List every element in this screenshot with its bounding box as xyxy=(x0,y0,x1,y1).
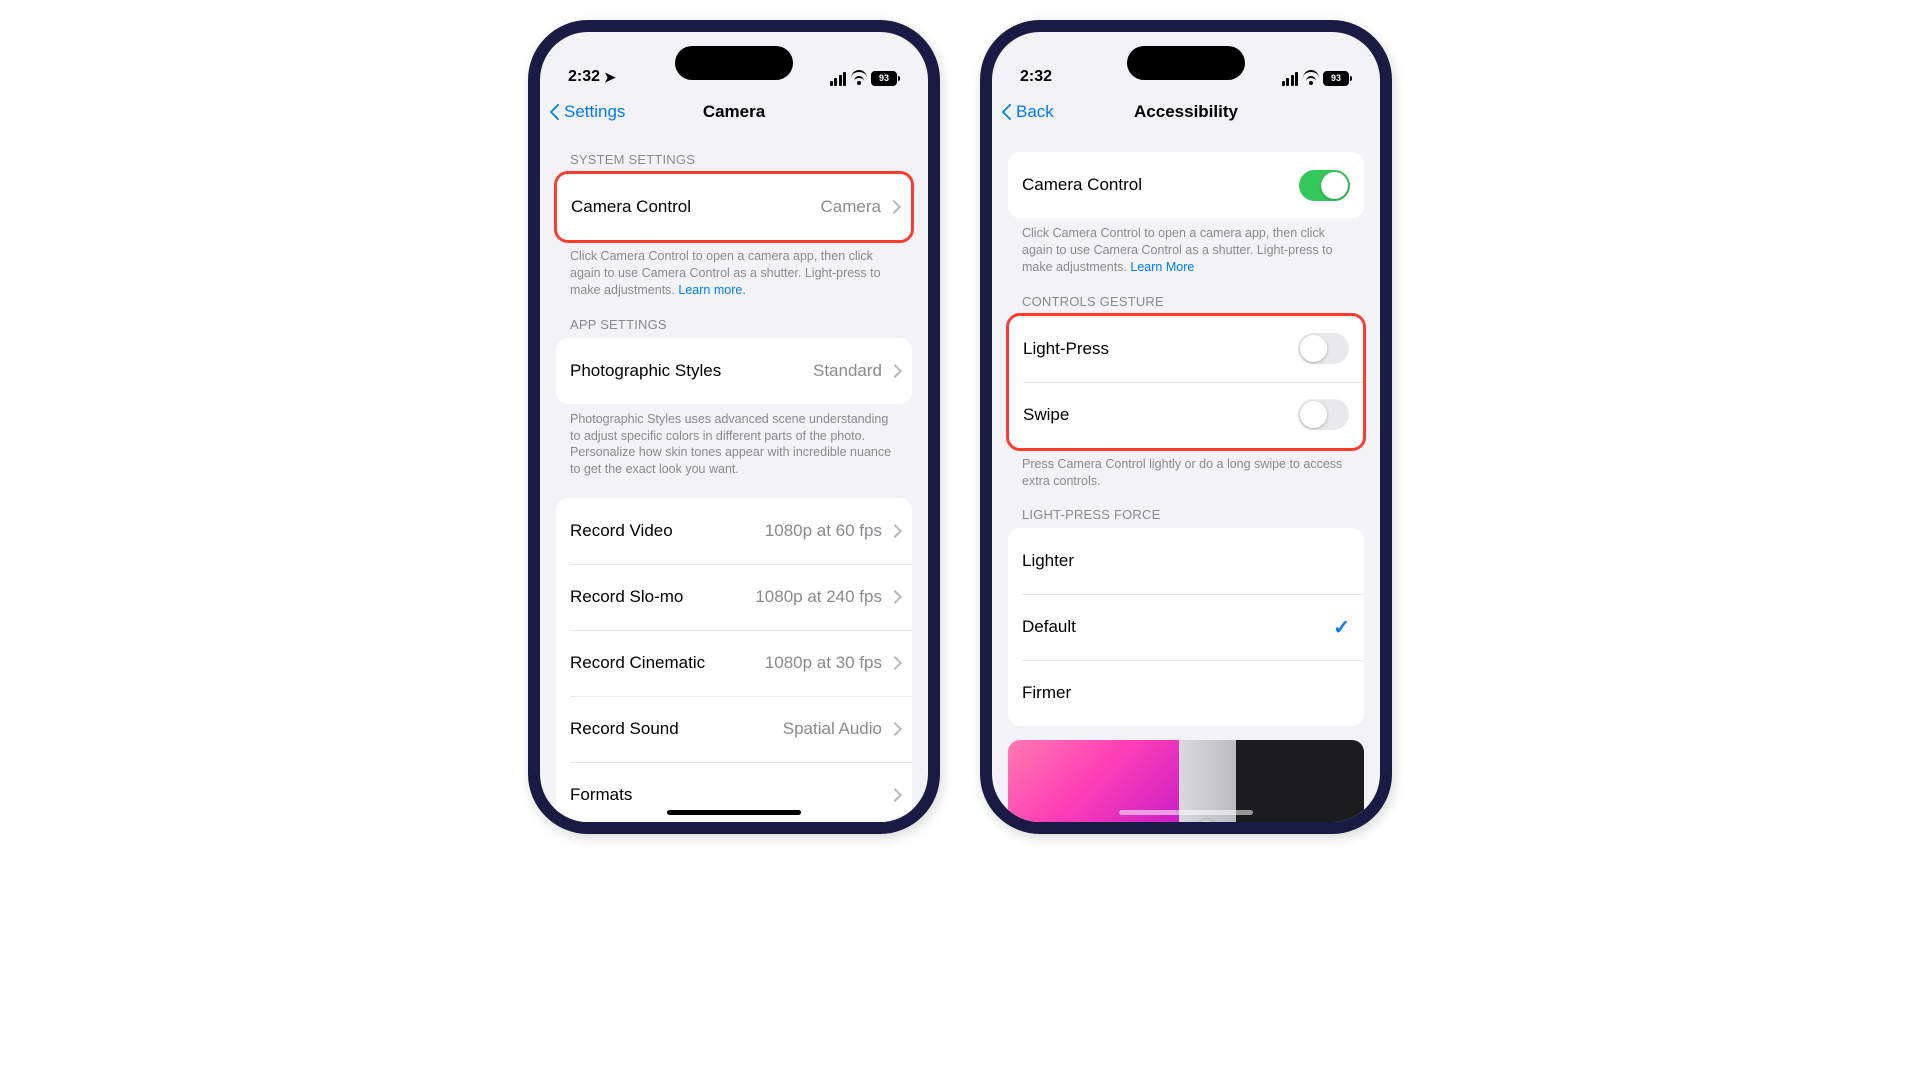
row-label: Photographic Styles xyxy=(570,361,721,381)
chevron-right-icon xyxy=(890,722,898,736)
row-label: Default xyxy=(1022,617,1076,637)
row-label: Camera Control xyxy=(1022,175,1142,195)
back-label: Back xyxy=(1016,102,1054,122)
footer-gesture: Press Camera Control lightly or do a lon… xyxy=(1008,449,1364,490)
row-record-slomo[interactable]: Record Slo-mo 1080p at 240 fps xyxy=(556,564,912,630)
back-button[interactable]: Back xyxy=(1002,102,1054,122)
highlight-camera-control: Camera Control Camera xyxy=(554,171,914,243)
nav-bar: Back Accessibility xyxy=(992,90,1380,134)
phone-left: 2:32 ➤ 93 Settings Camera xyxy=(528,20,940,834)
dynamic-island xyxy=(675,46,793,80)
chevron-left-icon xyxy=(550,102,562,122)
section-header-system: SYSTEM SETTINGS xyxy=(570,152,912,167)
learn-more-link[interactable]: Learn more. xyxy=(678,283,745,297)
highlight-gesture: Light-Press Swipe xyxy=(1006,313,1366,451)
chevron-right-icon xyxy=(890,656,898,670)
row-label: Light-Press xyxy=(1023,339,1109,359)
row-label: Lighter xyxy=(1022,551,1074,571)
location-icon: ➤ xyxy=(604,69,616,86)
back-button[interactable]: Settings xyxy=(550,102,625,122)
row-value: Standard xyxy=(813,361,882,381)
chevron-right-icon xyxy=(890,788,898,802)
nav-bar: Settings Camera xyxy=(540,90,928,134)
section-header-force: LIGHT-PRESS FORCE xyxy=(1022,507,1364,522)
footer-photo-styles: Photographic Styles uses advanced scene … xyxy=(556,404,912,479)
chevron-right-icon xyxy=(890,524,898,538)
row-swipe: Swipe xyxy=(1009,382,1363,448)
status-time: 2:32 xyxy=(568,68,600,86)
battery-icon: 93 xyxy=(1323,71,1352,86)
wifi-icon xyxy=(1302,72,1319,86)
phone-right: 2:32 93 Back Accessibility xyxy=(980,20,1392,834)
toggle-camera-control[interactable] xyxy=(1299,170,1350,201)
row-camera-control[interactable]: Camera Control Camera xyxy=(557,174,911,240)
row-photographic-styles[interactable]: Photographic Styles Standard xyxy=(556,338,912,404)
row-record-cinematic[interactable]: Record Cinematic 1080p at 30 fps xyxy=(556,630,912,696)
chevron-left-icon xyxy=(1002,102,1014,122)
row-force-firmer[interactable]: Firmer xyxy=(1008,660,1364,726)
row-force-default[interactable]: Default ✓ xyxy=(1008,594,1364,660)
learn-more-link[interactable]: Learn More xyxy=(1130,260,1194,274)
chevron-right-icon xyxy=(890,590,898,604)
row-label: Formats xyxy=(570,785,632,805)
section-header-app: APP SETTINGS xyxy=(570,317,912,332)
toggle-light-press[interactable] xyxy=(1298,333,1349,364)
row-label: Record Slo-mo xyxy=(570,587,683,607)
battery-icon: 93 xyxy=(871,71,900,86)
row-label: Firmer xyxy=(1022,683,1071,703)
row-record-video[interactable]: Record Video 1080p at 60 fps xyxy=(556,498,912,564)
status-time: 2:32 xyxy=(1020,68,1052,86)
chevron-right-icon xyxy=(890,364,898,378)
row-value: Camera xyxy=(821,197,881,217)
wifi-icon xyxy=(850,72,867,86)
section-header-gesture: CONTROLS GESTURE xyxy=(1022,294,1364,309)
toggle-swipe[interactable] xyxy=(1298,399,1349,430)
row-label: Record Video xyxy=(570,521,673,541)
chevron-right-icon xyxy=(889,200,897,214)
row-label: Swipe xyxy=(1023,405,1069,425)
cellular-icon xyxy=(830,72,847,86)
row-force-lighter[interactable]: Lighter xyxy=(1008,528,1364,594)
home-indicator[interactable] xyxy=(1119,810,1253,815)
checkmark-icon: ✓ xyxy=(1333,615,1350,640)
row-label: Record Sound xyxy=(570,719,679,739)
page-title: Camera xyxy=(703,102,765,122)
row-label: Record Cinematic xyxy=(570,653,705,673)
home-indicator[interactable] xyxy=(667,810,801,815)
row-camera-control: Camera Control xyxy=(1008,152,1364,218)
dynamic-island xyxy=(1127,46,1245,80)
row-light-press: Light-Press xyxy=(1009,316,1363,382)
cellular-icon xyxy=(1282,72,1299,86)
row-label: Camera Control xyxy=(571,197,691,217)
page-title: Accessibility xyxy=(1134,102,1238,122)
footer-camera-control: Click Camera Control to open a camera ap… xyxy=(1008,218,1364,276)
row-record-sound[interactable]: Record Sound Spatial Audio xyxy=(556,696,912,762)
back-label: Settings xyxy=(564,102,625,122)
footer-camera-control: Click Camera Control to open a camera ap… xyxy=(556,241,912,299)
